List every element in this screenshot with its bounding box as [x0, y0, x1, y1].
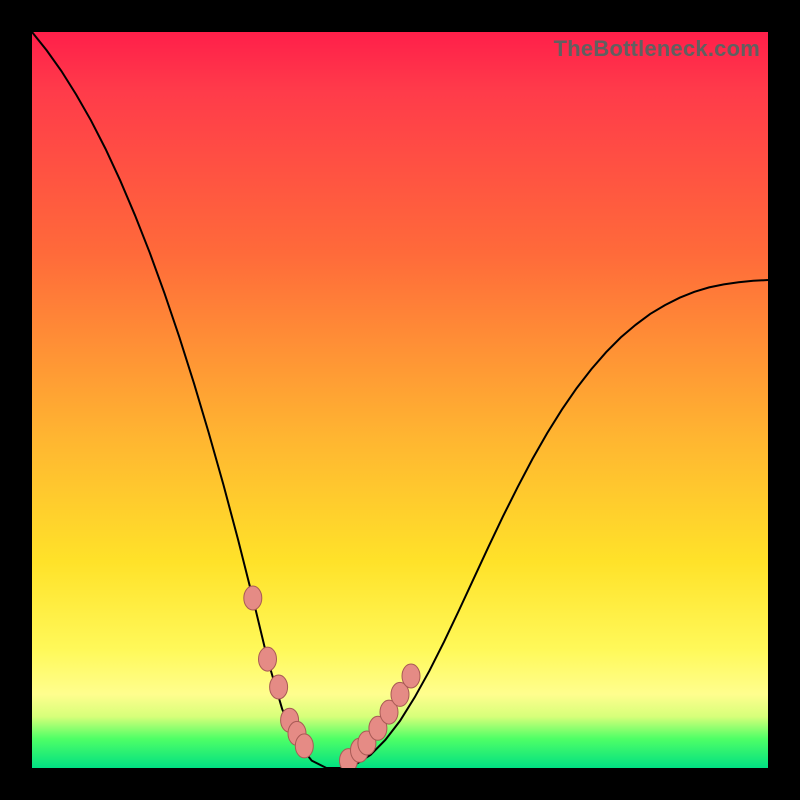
curve-marker	[380, 700, 398, 724]
curve-marker	[288, 721, 306, 745]
curve-marker	[369, 716, 387, 740]
curve-markers	[244, 586, 420, 768]
curve-marker	[391, 682, 409, 706]
curve-marker	[402, 664, 420, 688]
watermark-text: TheBottleneck.com	[554, 36, 760, 62]
curve-marker	[244, 586, 262, 610]
curve-marker	[281, 708, 299, 732]
curve-marker	[351, 738, 369, 762]
curve-marker	[295, 734, 313, 758]
bottleneck-curve	[32, 32, 768, 768]
curve-line	[32, 32, 768, 768]
curve-marker	[358, 731, 376, 755]
chart-frame: TheBottleneck.com	[0, 0, 800, 800]
chart-plot-area: TheBottleneck.com	[32, 32, 768, 768]
curve-marker	[340, 749, 358, 768]
curve-marker	[259, 647, 277, 671]
curve-marker	[270, 675, 288, 699]
